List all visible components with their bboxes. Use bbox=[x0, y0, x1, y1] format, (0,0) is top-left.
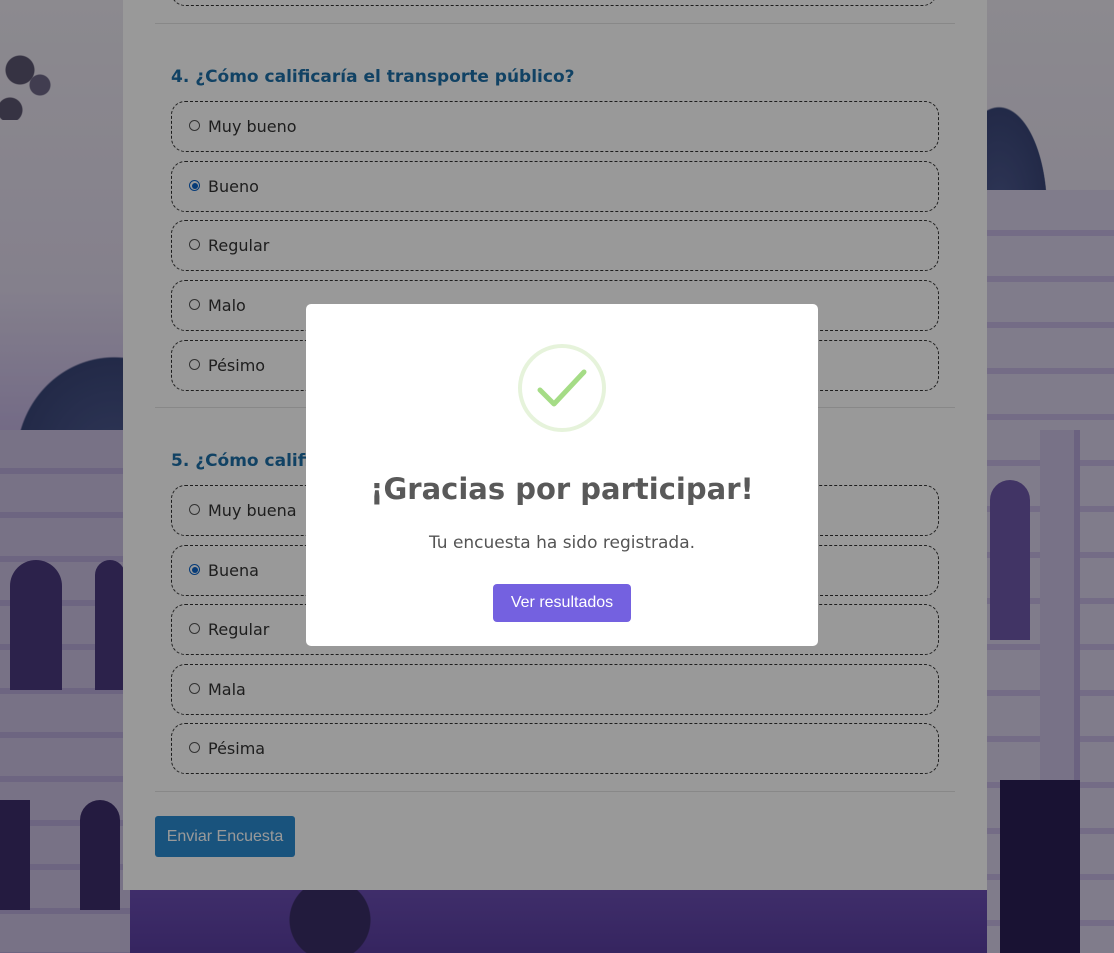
success-check-icon bbox=[518, 344, 606, 432]
success-dialog: ¡Gracias por participar! Tu encuesta ha … bbox=[306, 304, 818, 646]
view-results-button[interactable]: Ver resultados bbox=[493, 584, 631, 622]
dialog-message: Tu encuesta ha sido registrada. bbox=[428, 533, 696, 553]
dialog-title: ¡Gracias por participar! bbox=[370, 472, 754, 506]
